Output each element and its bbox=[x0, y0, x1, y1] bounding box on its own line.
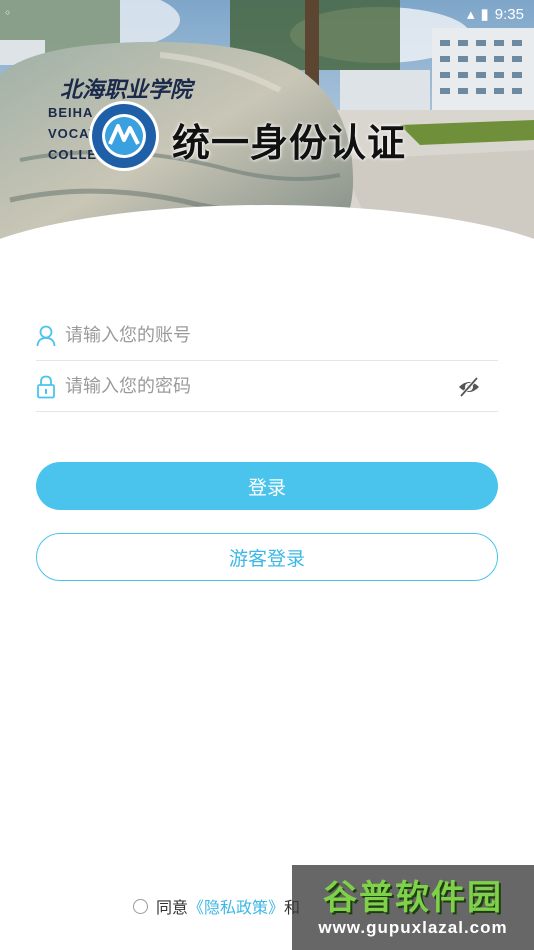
guest-login-button[interactable]: 游客登录 bbox=[36, 533, 498, 581]
username-field-row bbox=[36, 311, 498, 361]
school-logo bbox=[89, 101, 159, 171]
notification-icon: ◦ bbox=[4, 6, 12, 20]
status-bar: ▴ ▮ 9:35 bbox=[467, 4, 524, 24]
watermark-url: www.gupuxlazal.com bbox=[318, 917, 508, 937]
lock-icon bbox=[35, 375, 57, 399]
password-input[interactable] bbox=[65, 366, 456, 407]
login-button[interactable]: 登录 bbox=[36, 462, 498, 510]
agreement-radio[interactable] bbox=[133, 898, 148, 914]
page-title: 统一身份认证 bbox=[172, 121, 407, 165]
agreement-prefix: 同意 bbox=[156, 898, 189, 917]
password-field-row bbox=[36, 362, 498, 412]
wifi-icon: ▴ bbox=[467, 6, 475, 23]
agreement-row: 同意 《隐私政策》 和 bbox=[133, 894, 300, 918]
watermark: 谷普软件园 www.gupuxlazal.com bbox=[292, 865, 534, 950]
battery-icon: ▮ bbox=[480, 6, 489, 23]
privacy-policy-link[interactable]: 《隐私政策》 bbox=[188, 894, 284, 918]
status-time: 9:35 bbox=[494, 5, 524, 23]
watermark-title: 谷普软件园 bbox=[323, 877, 503, 918]
eye-off-icon[interactable] bbox=[456, 374, 482, 400]
user-icon bbox=[35, 324, 57, 348]
header-banner: ◦ ▴ ▮ 9:35 北海职业学院 BEIHA VOCATI COLLE 统一身… bbox=[0, 0, 534, 250]
username-input[interactable] bbox=[65, 315, 498, 356]
